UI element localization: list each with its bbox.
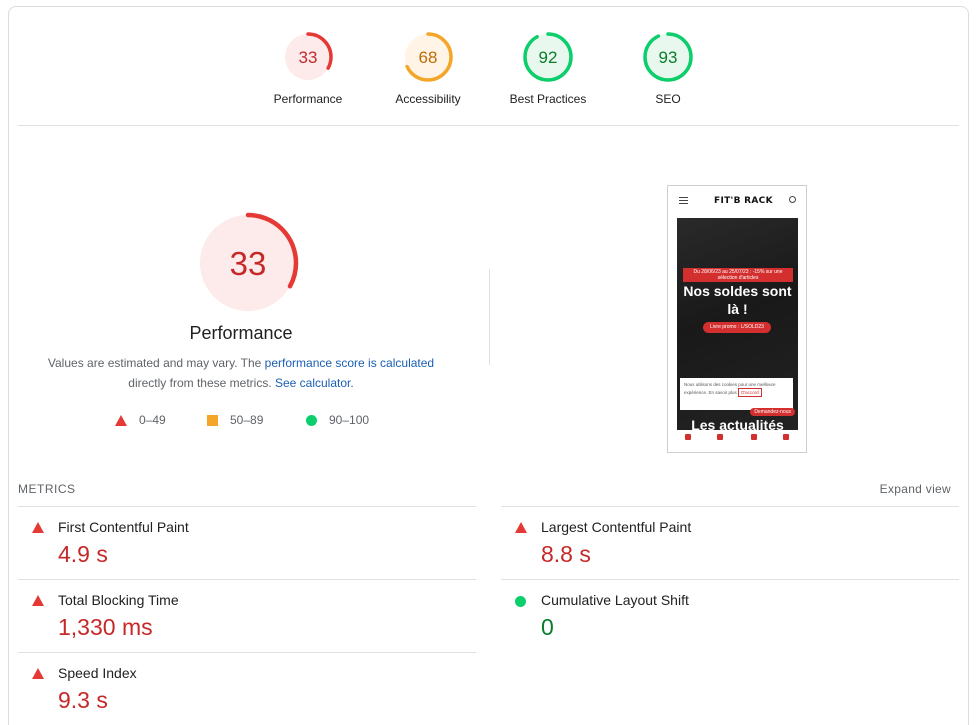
vertical-divider: [489, 269, 490, 365]
thumb-chip-left: Nos solution: [713, 403, 741, 409]
gauge-best-practices[interactable]: 92 Best Practices: [493, 31, 603, 106]
gauge-seo[interactable]: 93 SEO: [613, 31, 723, 106]
metric-name: Speed Index: [58, 665, 137, 681]
metrics-heading: METRICS: [18, 482, 76, 496]
legend-average-label: 50–89: [230, 413, 264, 427]
thumb-cookie-more: En savoir plus: [708, 390, 737, 395]
category-gauges: 33 Performance 68 Accessibility 92 Best …: [9, 7, 968, 127]
desc-text-2: directly from these metrics.: [128, 376, 275, 390]
thumb-headline: Nos soldes sont là !: [683, 283, 792, 317]
thumb-header: FIT'B RACK: [668, 186, 806, 218]
gauge-performance-ring: 33: [283, 32, 333, 82]
triangle-icon: [32, 595, 44, 606]
metric-largest-contentful-paint[interactable]: Largest Contentful Paint 8.8 s: [501, 507, 941, 579]
circle-icon: [306, 414, 317, 426]
gauge-best-practices-ring: 92: [523, 32, 573, 82]
metric-value: 8.8 s: [541, 541, 591, 567]
square-icon: [207, 414, 218, 426]
gauge-accessibility[interactable]: 68 Accessibility: [373, 31, 483, 106]
expand-view-toggle[interactable]: Expand view: [880, 482, 951, 496]
gauge-best-practices-score: 92: [539, 48, 558, 67]
hamburger-icon: [679, 197, 688, 204]
gauge-accessibility-ring: 68: [403, 32, 453, 82]
metric-name: Total Blocking Time: [58, 592, 179, 608]
gauge-accessibility-label: Accessibility: [395, 92, 461, 106]
thumb-logo: FIT'B RACK: [714, 196, 773, 206]
metric-name: Cumulative Layout Shift: [541, 592, 689, 608]
legend-good: 90–100: [306, 413, 369, 427]
score-calculated-link[interactable]: performance score is calculated: [265, 356, 434, 370]
triangle-icon: [32, 522, 44, 533]
gauge-seo-label: SEO: [655, 92, 681, 106]
gauge-seo-score: 93: [659, 48, 678, 67]
metric-speed-index[interactable]: Speed Index 9.3 s: [18, 653, 458, 725]
legend-poor-label: 0–49: [139, 413, 166, 427]
triangle-icon: [515, 522, 527, 533]
thumb-cookie-ok: D'accord: [738, 388, 762, 397]
circle-icon: [515, 596, 526, 607]
legend-good-label: 90–100: [329, 413, 370, 427]
see-calculator-link[interactable]: See calculator.: [275, 376, 354, 390]
performance-title: Performance: [189, 323, 293, 343]
truck-icon: [783, 434, 789, 440]
triangle-icon: [32, 668, 44, 679]
gauge-performance-score: 33: [299, 48, 318, 67]
metric-name: First Contentful Paint: [58, 519, 189, 535]
triangle-icon: [115, 414, 127, 426]
user-icon: [789, 196, 796, 203]
thumb-chip: Demandez-nous: [750, 408, 795, 416]
metric-value: 4.9 s: [58, 541, 108, 567]
top-divider: [18, 125, 959, 126]
gauge-best-practices-label: Best Practices: [509, 92, 587, 106]
home-icon: [685, 434, 691, 440]
metric-value: 1,330 ms: [58, 614, 153, 640]
legend-poor: 0–49: [115, 413, 166, 427]
gauge-accessibility-score: 68: [419, 48, 438, 67]
metric-value: 9.3 s: [58, 687, 108, 713]
grid-icon: [717, 434, 723, 440]
gauge-seo-ring: 93: [643, 32, 693, 82]
legend-average: 50–89: [207, 413, 263, 427]
performance-main-gauge: 33: [197, 212, 299, 314]
metric-first-contentful-paint[interactable]: First Contentful Paint 4.9 s: [18, 507, 458, 579]
metric-total-blocking-time[interactable]: Total Blocking Time 1,330 ms: [18, 580, 458, 652]
thumb-banner: Du 28/06/23 au 25/07/23 : -15% sur une s…: [683, 268, 793, 282]
thumb-bottom-nav: [677, 430, 798, 452]
thumb-headline2: Les actualités: [691, 417, 784, 430]
thumb-hero: Du 28/06/23 au 25/07/23 : -15% sur une s…: [677, 218, 798, 430]
desc-text-1: Values are estimated and may vary. The: [47, 356, 265, 370]
final-screenshot-thumbnail[interactable]: FIT'B RACK Du 28/06/23 au 25/07/23 : -15…: [667, 185, 807, 453]
cart-icon: [751, 434, 757, 440]
performance-description: Values are estimated and may vary. The p…: [29, 353, 453, 393]
metric-cumulative-layout-shift[interactable]: Cumulative Layout Shift 0: [501, 580, 941, 652]
score-legend: 0–49 50–89 90–100: [9, 413, 473, 429]
performance-main-score: 33: [230, 245, 267, 282]
thumb-promo-button: Livre promo : L/SOLD23: [703, 322, 771, 333]
metric-name: Largest Contentful Paint: [541, 519, 692, 535]
gauge-performance-label: Performance: [273, 92, 343, 106]
gauge-performance[interactable]: 33 Performance: [253, 31, 363, 106]
report-frame: 33 Performance 68 Accessibility 92 Best …: [8, 6, 969, 725]
metric-value: 0: [541, 614, 554, 640]
